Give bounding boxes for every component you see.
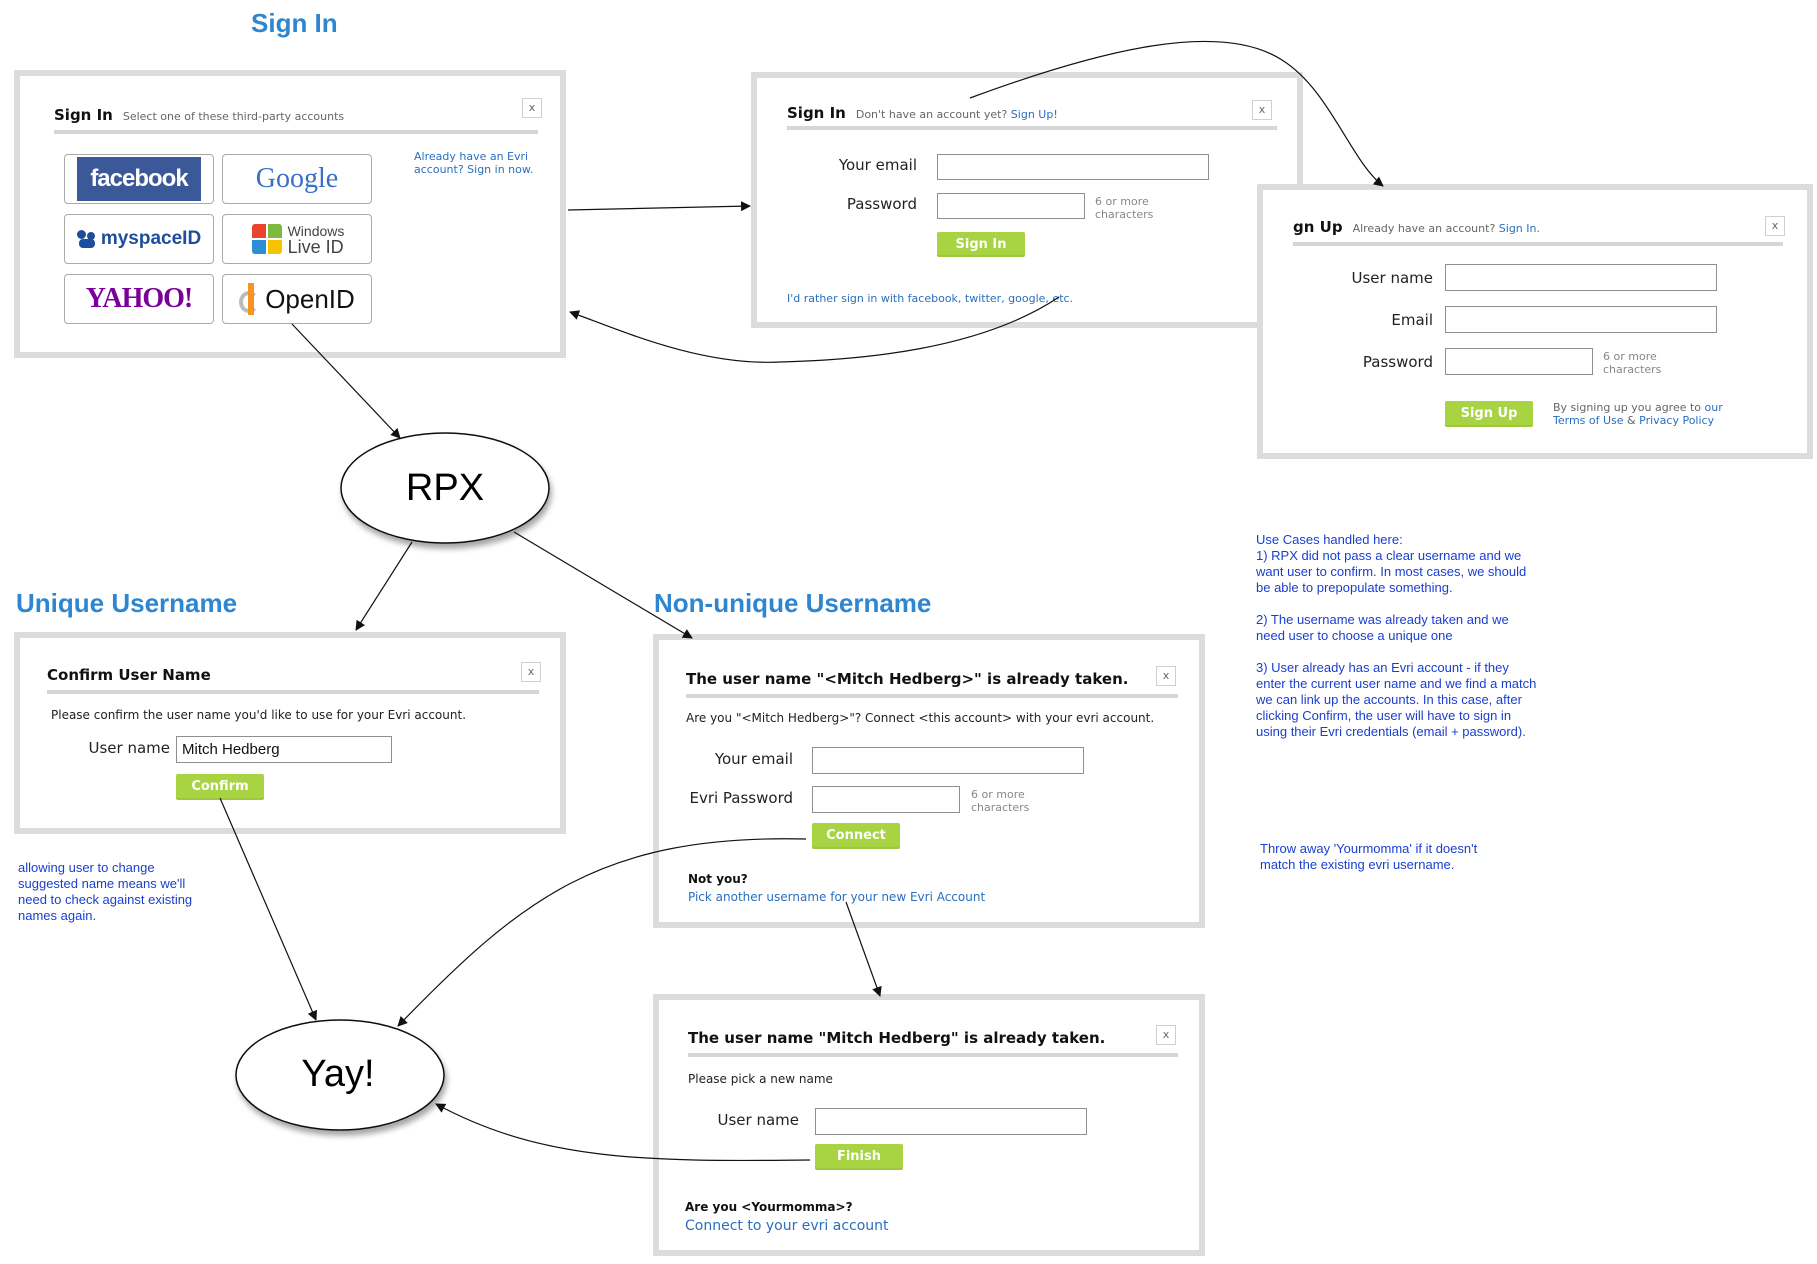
rpx-node-label: RPX [405,467,485,509]
arrow-rpx-to-confirm [355,541,413,631]
arrow-email-signin-to-providers [569,296,1060,363]
note-throw-away: Throw away 'Yourmomma' if it doesn't mat… [1260,841,1478,872]
arrow-finish-to-yay [435,1103,811,1162]
arrow-provider-to-rpx [291,323,401,439]
arrow-confirm-to-yay [219,797,318,1021]
arrow-connect-to-yay [397,838,807,1027]
arrow-providers-to-email-signin [567,201,751,212]
note-use-cases: Use Cases handled here: 1) RPX did not p… [1256,532,1537,739]
yay-node-label: Yay! [301,1053,375,1095]
arrow-rpx-to-taken [513,531,693,639]
arrow-pick-to-taken2 [845,901,882,997]
arrow-signin-to-signup [969,40,1384,187]
note-allowing-change: allowing user to change suggested name m… [18,860,193,923]
